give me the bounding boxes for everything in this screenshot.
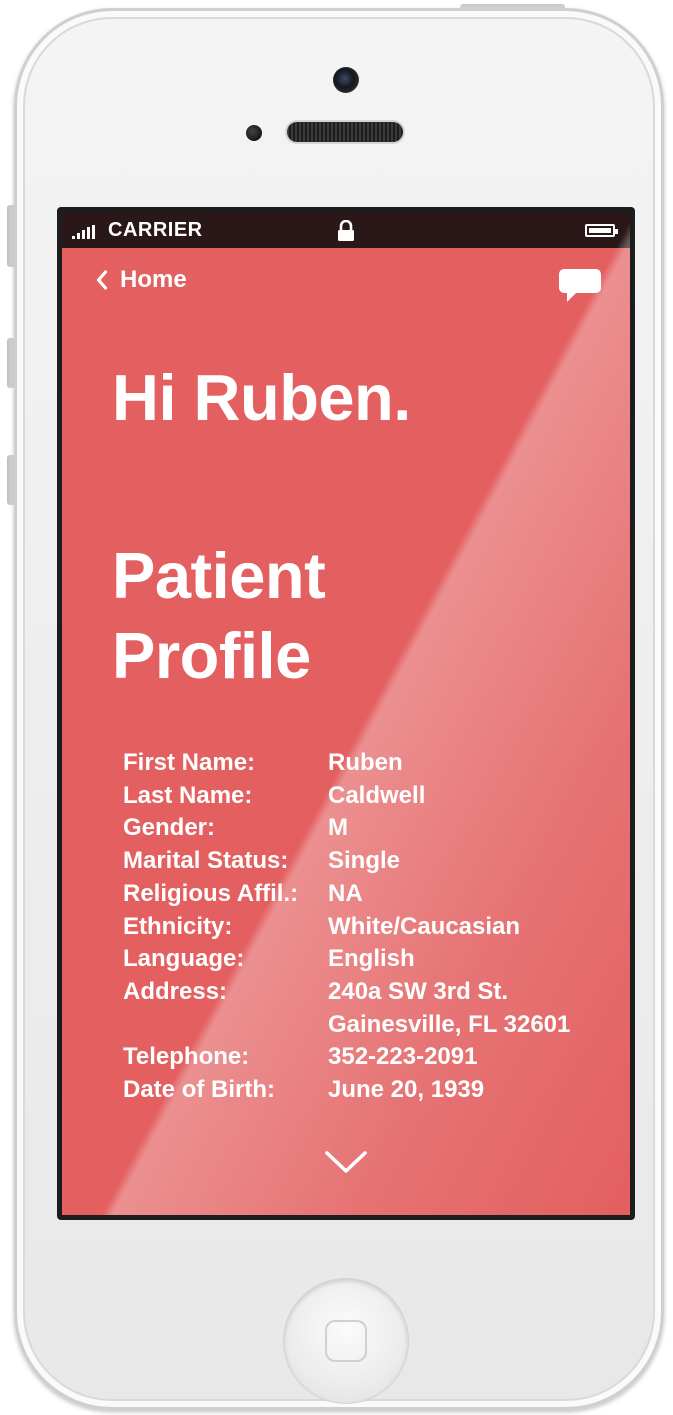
profile-value: Ruben — [328, 749, 403, 776]
profile-row: Last Name: Caldwell — [123, 780, 570, 813]
earpiece-speaker — [287, 122, 403, 142]
profile-value: M — [328, 814, 348, 842]
profile-value: 240a SW 3rd St. — [328, 977, 509, 1005]
profile-row: Religious Affil.: NA — [123, 878, 570, 911]
status-bar: CARRIER — [62, 212, 630, 248]
profile-value: Single — [328, 847, 401, 875]
profile-row: Gainesville, FL 32601 — [123, 1009, 570, 1042]
lock-icon — [338, 220, 354, 241]
profile-label — [123, 1009, 328, 1042]
profile-label: First Name: — [123, 749, 256, 776]
profile-value: 352-223-2091 — [328, 1043, 478, 1071]
profile-label: Date of Birth: — [123, 1076, 275, 1104]
profile-value: Gainesville, FL 32601 — [328, 1010, 571, 1038]
profile-label: Ethnicity: — [123, 912, 233, 940]
chevron-left-icon — [96, 270, 108, 290]
profile-row: Address: 240a SW 3rd St. — [123, 976, 570, 1009]
greeting-heading: Hi Ruben. — [112, 361, 411, 434]
back-button[interactable]: Home — [96, 266, 187, 294]
app-screen: CARRIER Home Hi Ruben. Patient Profile F… — [62, 212, 630, 1215]
profile-label: Telephone: — [123, 1043, 250, 1071]
profile-row: Date of Birth: June 20, 1939 — [123, 1074, 570, 1107]
profile-row: Telephone: 352-223-2091 — [123, 1041, 570, 1074]
chevron-down-icon[interactable] — [324, 1150, 368, 1174]
profile-row: Ethnicity: White/Caucasian — [123, 911, 570, 944]
battery-icon — [585, 224, 618, 237]
home-button[interactable] — [284, 1279, 408, 1403]
phone-device: CARRIER Home Hi Ruben. Patient Profile F… — [0, 0, 673, 1415]
signal-bars-icon — [72, 225, 95, 239]
profile-label: Language: — [123, 945, 245, 973]
back-button-label: Home — [120, 266, 187, 293]
profile-value: White/Caucasian — [328, 912, 521, 940]
profile-label: Address: — [123, 977, 228, 1005]
profile-value: NA — [328, 879, 363, 907]
carrier-name: CARRIER — [108, 219, 203, 241]
profile-value: English — [328, 945, 415, 973]
page-title: Patient Profile — [112, 539, 326, 692]
profile-label: Religious Affil.: — [123, 879, 299, 907]
profile-label: Last Name: — [123, 781, 253, 809]
profile-value: June 20, 1939 — [328, 1076, 485, 1104]
profile-row: Gender: M — [123, 812, 570, 845]
chat-bubble-icon[interactable] — [558, 268, 602, 304]
patient-profile-details: First Name: Ruben Last Name: Caldwell Ge… — [123, 747, 570, 1107]
profile-row: First Name: Ruben — [123, 747, 570, 780]
home-square-icon — [325, 1320, 367, 1362]
profile-row: Marital Status: Single — [123, 845, 570, 878]
profile-value: Caldwell — [328, 781, 426, 809]
profile-row: Language: English — [123, 943, 570, 976]
proximity-sensor — [246, 125, 262, 141]
front-camera — [333, 67, 359, 93]
profile-label: Marital Status: — [123, 847, 289, 875]
profile-label: Gender: — [123, 814, 216, 842]
